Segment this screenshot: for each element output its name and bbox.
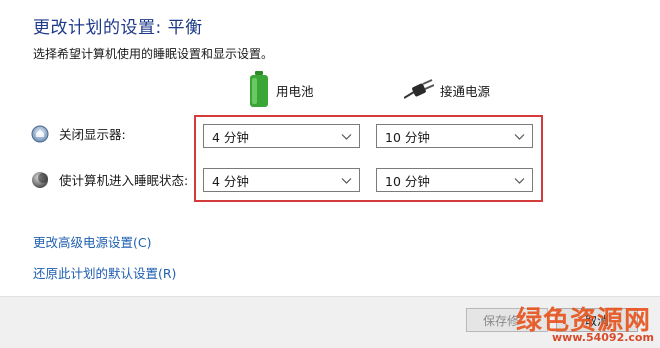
save-changes-button[interactable]: 保存修	[466, 308, 548, 332]
plugged-column-label: 接通电源	[440, 84, 491, 99]
sleep-row: 使计算机进入睡眠状态:	[31, 170, 188, 189]
battery-column-header: 用电池	[248, 70, 314, 111]
battery-column-label: 用电池	[276, 84, 314, 99]
cancel-button[interactable]: 取消	[556, 308, 638, 332]
sleep-label: 使计算机进入睡眠状态:	[59, 173, 189, 188]
sleep-moon-icon	[31, 171, 49, 189]
display-icon	[31, 125, 49, 143]
page-title: 更改计划的设置: 平衡	[33, 18, 203, 38]
battery-icon	[248, 70, 270, 111]
display-off-row: 关闭显示器:	[31, 124, 126, 143]
power-plug-icon	[403, 78, 435, 103]
page-subtitle: 选择希望计算机使用的睡眠设置和显示设置。	[33, 47, 274, 61]
display-off-label: 关闭显示器:	[59, 127, 126, 142]
highlight-frame	[194, 115, 543, 202]
plugged-column-header: 接通电源	[403, 78, 491, 103]
restore-defaults-link[interactable]: 还原此计划的默认设置(R)	[33, 263, 176, 282]
advanced-power-settings-link[interactable]: 更改高级电源设置(C)	[33, 232, 151, 251]
